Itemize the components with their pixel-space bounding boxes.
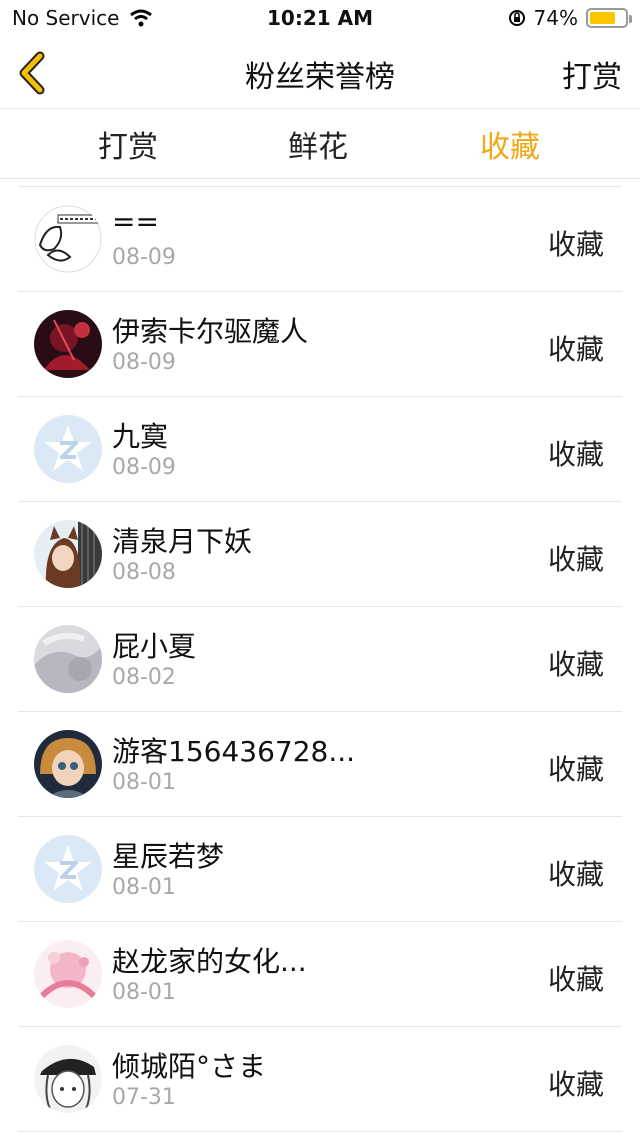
user-name: 星辰若梦 [112, 840, 225, 873]
avatar [34, 730, 102, 798]
status-right: 74% [508, 6, 632, 30]
page-title: 粉丝荣誉榜 [245, 60, 395, 95]
date-label: 08-01 [112, 980, 176, 1005]
orientation-lock-icon [508, 10, 525, 26]
date-label: 08-02 [112, 665, 176, 690]
date-label: 08-01 [112, 770, 176, 795]
avatar [34, 520, 102, 588]
list-item[interactable]: 屁小夏 08-02 收藏 [18, 607, 622, 712]
list-item[interactable]: == 08-09 收藏 [18, 187, 622, 292]
avatar [34, 310, 102, 378]
action-label: 收藏 [547, 648, 604, 681]
action-label: 收藏 [547, 333, 604, 366]
date-label: 08-01 [112, 875, 176, 900]
avatar [34, 625, 102, 693]
list-item[interactable]: 伊索卡尔驱魔人 08-09 收藏 [18, 292, 622, 397]
list-item[interactable]: 游客156436728... 08-01 收藏 [18, 712, 622, 817]
date-label: 08-08 [112, 560, 176, 585]
reward-button[interactable]: 打赏 [562, 52, 622, 96]
avatar [34, 415, 102, 483]
action-label: 收藏 [547, 858, 604, 891]
user-name: 伊索卡尔驱魔人 [112, 315, 309, 348]
action-label: 收藏 [547, 438, 604, 471]
avatar [34, 835, 102, 903]
user-name: 游客156436728... [112, 735, 356, 768]
date-label: 08-09 [112, 455, 176, 480]
avatar [34, 940, 102, 1008]
tab-flowers[interactable]: 鲜花 [258, 122, 378, 166]
battery-fill [590, 12, 615, 24]
tab-favorites[interactable]: 收藏 [450, 122, 570, 166]
status-bar: No Service 10:21 AM 74% [0, 0, 640, 36]
user-name: == [112, 205, 159, 238]
list-item[interactable]: 清泉月下妖 08-08 收藏 [18, 502, 622, 607]
user-name: 赵龙家的女化... [112, 945, 307, 978]
tab-bar: 打赏 鲜花 收藏 [0, 108, 640, 179]
tab-reward[interactable]: 打赏 [68, 122, 188, 166]
date-label: 08-09 [112, 350, 176, 375]
battery-tip [629, 15, 632, 23]
list-item[interactable]: 星辰若梦 08-01 收藏 [18, 817, 622, 922]
user-name: 九寞 [112, 420, 169, 453]
action-label: 收藏 [547, 963, 604, 996]
user-name: 清泉月下妖 [112, 525, 253, 558]
date-label: 08-09 [112, 245, 176, 270]
action-label: 收藏 [547, 543, 604, 576]
date-label: 07-31 [112, 1085, 176, 1110]
fan-list: == 08-09 收藏 伊索卡尔驱魔人 08-09 收藏 九寞 08-09 收藏… [18, 186, 622, 1132]
action-label: 收藏 [547, 1068, 604, 1101]
avatar [34, 205, 102, 273]
user-name: 屁小夏 [112, 630, 197, 663]
user-name: 倾城陌°さま [112, 1050, 267, 1083]
battery-percent: 74% [533, 6, 578, 30]
action-label: 收藏 [547, 753, 604, 786]
avatar [34, 1045, 102, 1113]
list-item[interactable]: 赵龙家的女化... 08-01 收藏 [18, 922, 622, 1027]
nav-bar: 粉丝荣誉榜 打赏 [0, 36, 640, 109]
list-item[interactable]: 倾城陌°さま 07-31 收藏 [18, 1027, 622, 1132]
battery-icon [586, 8, 632, 28]
action-label: 收藏 [547, 228, 604, 261]
list-item[interactable]: 九寞 08-09 收藏 [18, 397, 622, 502]
